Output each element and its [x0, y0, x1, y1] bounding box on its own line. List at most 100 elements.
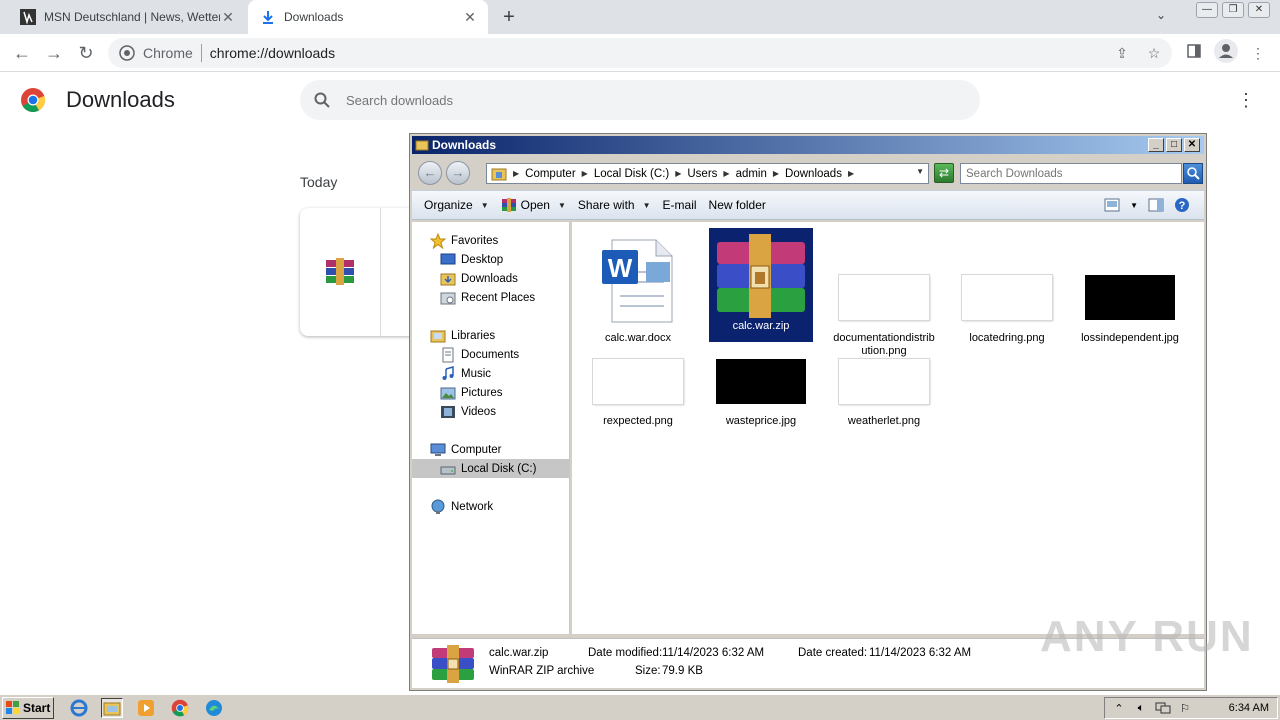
close-window-button[interactable]: ✕ [1248, 2, 1270, 18]
search-input[interactable] [960, 163, 1182, 184]
share-icon[interactable]: ⇪ [1112, 43, 1132, 63]
file-name: locatedring.png [969, 332, 1045, 344]
email-label: E-mail [662, 198, 697, 212]
nav-pictures[interactable]: Pictures [440, 383, 503, 402]
close-tab-icon[interactable]: ✕ [462, 9, 478, 25]
close-window-button[interactable]: ✕ [1184, 138, 1200, 152]
winrar-icon [324, 256, 356, 288]
chevron-right-icon[interactable]: ▶ [582, 169, 588, 178]
breadcrumb[interactable]: ▶ Computer ▶ Local Disk (C:) ▶ Users ▶ a… [486, 163, 929, 184]
chevron-down-icon[interactable]: ▼ [1130, 201, 1138, 210]
network-icon [430, 499, 446, 515]
reload-button[interactable]: ↻ [74, 41, 98, 65]
side-panel-icon[interactable] [1184, 43, 1204, 63]
chevron-up-icon[interactable]: ⌃ [1111, 700, 1127, 716]
open-label: Open [520, 198, 550, 212]
edge-icon[interactable] [203, 698, 225, 718]
downloads-folder-icon [440, 271, 456, 287]
new-folder-button[interactable]: New folder [709, 198, 766, 212]
chrome-taskbar-icon[interactable] [169, 698, 191, 718]
media-player-icon[interactable] [135, 698, 157, 718]
file-name: calc.war.zip [732, 320, 790, 332]
search-input[interactable] [346, 92, 946, 108]
open-button[interactable]: Open ▼ [501, 197, 566, 213]
folder-icon [491, 168, 507, 180]
chevron-down-icon[interactable]: ⌄ [1152, 8, 1170, 26]
breadcrumb-item[interactable]: admin [736, 168, 767, 180]
chevron-right-icon[interactable]: ▶ [513, 169, 519, 178]
menu-icon[interactable]: ⋮ [1248, 43, 1268, 63]
forward-button[interactable]: → [42, 41, 66, 65]
breadcrumb-item[interactable]: Computer [525, 168, 576, 180]
minimize-button[interactable]: — [1196, 2, 1218, 18]
profile-avatar[interactable] [1214, 39, 1238, 63]
nav-local-disk[interactable]: Local Disk (C:) [412, 459, 569, 478]
share-with-button[interactable]: Share with ▼ [578, 198, 651, 212]
search-icon[interactable] [1183, 163, 1203, 184]
refresh-icon[interactable]: ⇄ [934, 163, 954, 183]
search-icon [314, 92, 330, 108]
nav-label: Music [461, 367, 492, 380]
address-bar[interactable]: Chrome chrome://downloads [108, 38, 1172, 68]
back-button[interactable]: ← [418, 161, 442, 185]
nav-downloads[interactable]: Downloads [440, 269, 518, 288]
libraries-icon [430, 328, 446, 344]
preview-pane-icon[interactable] [1148, 198, 1164, 212]
restore-button[interactable]: ❐ [1222, 2, 1244, 18]
network-tray-icon[interactable] [1155, 700, 1171, 716]
nav-computer[interactable]: Computer [430, 440, 502, 459]
volume-icon[interactable]: 🔈︎ [1133, 700, 1149, 716]
organize-button[interactable]: Organize ▼ [424, 198, 489, 212]
desktop-icon [440, 252, 456, 268]
more-actions-icon[interactable]: ⋮ [1236, 90, 1256, 110]
tab-downloads[interactable]: Downloads ✕ [248, 0, 488, 34]
chrome-logo-icon [20, 87, 46, 113]
nav-label: Recent Places [461, 291, 536, 304]
chevron-right-icon[interactable]: ▶ [675, 169, 681, 178]
breadcrumb-item[interactable]: Local Disk (C:) [594, 168, 669, 180]
forward-button[interactable]: → [446, 161, 470, 185]
clock[interactable]: 6:34 AM [1229, 702, 1269, 714]
internet-explorer-icon[interactable] [68, 698, 90, 718]
chevron-right-icon[interactable]: ▶ [848, 169, 854, 178]
chevron-down-icon[interactable]: ▼ [916, 167, 924, 176]
nav-label: Downloads [461, 272, 518, 285]
new-folder-label: New folder [708, 198, 766, 212]
image-thumbnail [709, 352, 813, 412]
bookmark-star-icon[interactable]: ☆ [1144, 43, 1164, 63]
start-button[interactable]: Start [2, 697, 54, 719]
close-tab-icon[interactable]: ✕ [220, 9, 236, 25]
image-thumbnail [955, 228, 1059, 328]
nav-desktop[interactable]: Desktop [440, 250, 503, 269]
chevron-down-icon: ▼ [480, 200, 489, 210]
nav-libraries[interactable]: Libraries [430, 326, 495, 345]
nav-favorites[interactable]: Favorites [430, 231, 498, 250]
nav-recent-places[interactable]: Recent Places [440, 288, 535, 307]
chevron-down-icon: ▼ [642, 200, 651, 210]
change-view-icon[interactable] [1104, 198, 1120, 212]
nav-videos[interactable]: Videos [440, 402, 496, 421]
chevron-right-icon[interactable]: ▶ [723, 169, 729, 178]
flag-icon[interactable]: ⚐ [1177, 700, 1193, 716]
file-name: weatherlet.png [847, 415, 921, 427]
file-item[interactable]: calc.war.zip [709, 228, 813, 342]
downloads-search[interactable] [300, 80, 980, 120]
nav-documents[interactable]: Documents [440, 345, 519, 364]
breadcrumb-item[interactable]: Users [687, 168, 717, 180]
minimize-button[interactable]: _ [1148, 138, 1164, 152]
chevron-right-icon[interactable]: ▶ [773, 169, 779, 178]
new-tab-button[interactable]: + [498, 6, 520, 28]
explorer-taskbar-icon[interactable] [101, 698, 123, 718]
breadcrumb-item[interactable]: Downloads [785, 168, 842, 180]
nav-network[interactable]: Network [430, 497, 493, 516]
explorer-titlebar[interactable]: Downloads _ □ ✕ [412, 136, 1204, 154]
email-button[interactable]: E-mail [663, 198, 697, 212]
music-icon [440, 365, 456, 382]
help-icon[interactable]: ? [1174, 197, 1190, 213]
nav-music[interactable]: Music [440, 364, 491, 383]
back-button[interactable]: ← [10, 41, 34, 65]
winrar-icon [501, 198, 516, 212]
tab-msn[interactable]: MSN Deutschland | News, Wetter, Sp ✕ [0, 0, 246, 34]
chevron-down-icon: ▼ [557, 200, 566, 210]
maximize-button[interactable]: □ [1166, 138, 1182, 152]
